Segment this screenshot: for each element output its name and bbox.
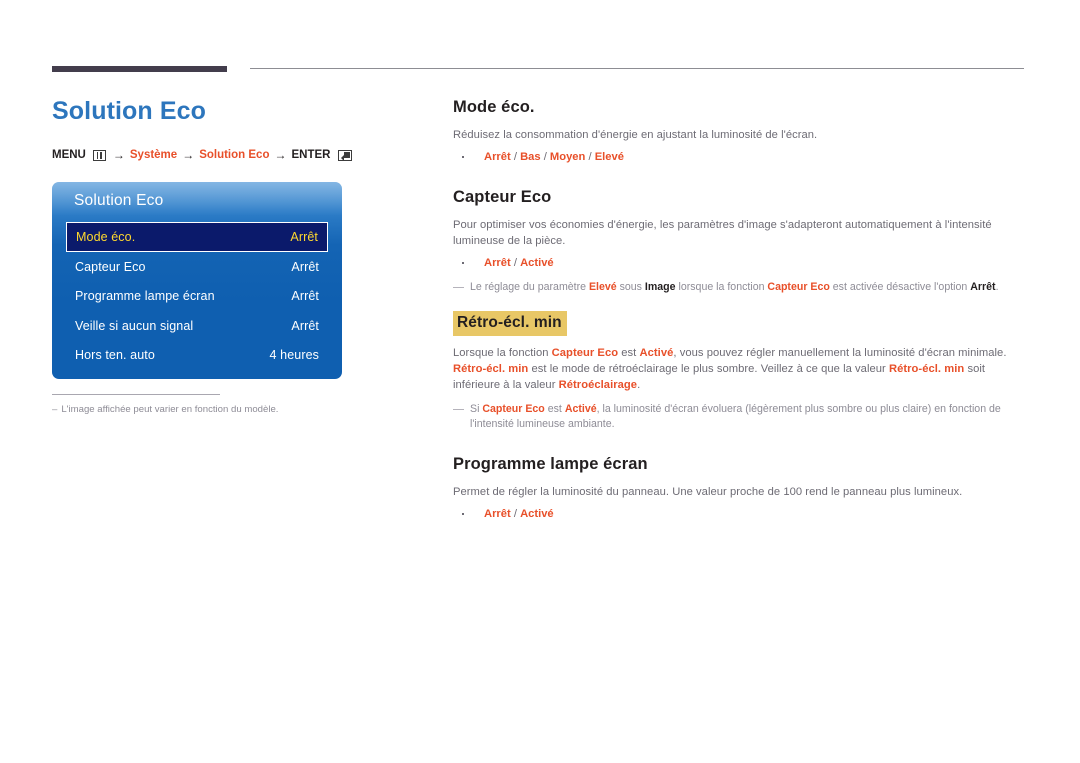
list-item: Arrêt / Activé: [462, 255, 1025, 271]
left-column: Solution Eco MENU → Système → Solution E…: [52, 96, 412, 162]
enter-return-icon: [338, 149, 353, 161]
body-emphasis-retroeclairage: Rétroéclairage: [558, 379, 638, 391]
option-separator: /: [510, 257, 521, 269]
note-emphasis-capteur-eco: Capteur Eco: [482, 403, 545, 415]
section-body-mode-eco: Réduisez la consommation d'énergie en aj…: [453, 129, 818, 141]
note-emphasis-active: Activé: [564, 403, 597, 415]
body-emphasis-retro-ecl-min-2: Rétro-écl. min: [888, 363, 965, 375]
breadcrumb-step-solution-eco[interactable]: Solution Eco: [199, 149, 269, 161]
header-rule-thin: [250, 68, 1024, 69]
footnote-block: – L'image affichée peut varier en fonctio…: [52, 394, 302, 416]
manual-page: Solution Eco MENU → Système → Solution E…: [0, 0, 1080, 763]
note-emphasis-arret: Arrêt: [970, 281, 996, 293]
footnote-text-row: – L'image affichée peut varier en fonctio…: [52, 403, 302, 416]
osd-row-label: Veille si aucun signal: [75, 318, 194, 333]
section-note-retro-ecl-min: Si Capteur Eco est Activé, la luminosité…: [453, 402, 1025, 432]
osd-row-mode-eco[interactable]: Mode éco. Arrêt: [66, 222, 328, 252]
note-text: sous: [616, 281, 645, 293]
breadcrumb-arrow-1: →: [112, 148, 125, 162]
osd-row-programme-lampe-ecran[interactable]: Programme lampe écran Arrêt: [66, 282, 328, 312]
option-arret: Arrêt: [484, 508, 511, 520]
breadcrumb: MENU → Système → Solution Eco → ENTER: [52, 148, 412, 162]
osd-row-veille-si-aucun-signal[interactable]: Veille si aucun signal Arrêt: [66, 311, 328, 341]
section-body-programme-lampe-ecran: Permet de régler la luminosité du pannea…: [453, 486, 963, 498]
note-text: est: [544, 403, 565, 415]
note-text: Si: [470, 403, 483, 415]
header-rule-thick: [52, 66, 227, 72]
section-body-capteur-eco: Pour optimiser vos économies d'énergie, …: [453, 219, 992, 247]
option-eleve: Elevé: [594, 151, 624, 163]
osd-row-value: Arrêt: [291, 289, 319, 304]
options-list-mode-eco: Arrêt / Bas / Moyen / Elevé: [453, 149, 1025, 165]
option-active: Activé: [520, 257, 554, 269]
osd-row-label: Mode éco.: [76, 230, 136, 244]
footnote-text: L'image affichée peut varier en fonction…: [61, 404, 279, 415]
option-arret: Arrêt: [484, 151, 511, 163]
note-text: .: [995, 281, 999, 293]
osd-panel-title: Solution Eco: [74, 192, 164, 209]
page-title: Solution Eco: [52, 97, 206, 125]
body-text: est: [618, 347, 640, 359]
breadcrumb-enter-label: ENTER: [291, 149, 331, 161]
option-active: Activé: [520, 508, 554, 520]
menu-grid-icon: [92, 149, 106, 161]
option-separator: /: [510, 151, 521, 163]
options-list-capteur-eco: Arrêt / Activé: [453, 255, 1025, 271]
osd-row-label: Programme lampe écran: [75, 289, 215, 304]
note-text: Le réglage du paramètre: [470, 281, 589, 293]
osd-row-label: Hors ten. auto: [75, 348, 155, 363]
option-bas: Bas: [520, 151, 541, 163]
osd-row-value: Arrêt: [291, 318, 319, 333]
list-item: Arrêt / Bas / Moyen / Elevé: [462, 149, 1025, 165]
right-column: Mode éco. Réduisez la consommation d'éne…: [453, 96, 1025, 522]
osd-row-value: 4 heures: [269, 348, 319, 363]
breadcrumb-arrow-2: →: [182, 148, 195, 162]
osd-menu-panel: Solution Eco Mode éco. Arrêt Capteur Eco…: [52, 182, 342, 379]
option-moyen: Moyen: [549, 151, 586, 163]
option-arret: Arrêt: [484, 257, 511, 269]
option-separator: /: [585, 151, 595, 163]
section-heading-capteur-eco: Capteur Eco: [453, 188, 552, 206]
option-separator: /: [540, 151, 550, 163]
section-note-capteur-eco: Le réglage du paramètre Elevé sous Image…: [453, 280, 1025, 295]
body-text: est le mode de rétroéclairage le plus so…: [528, 363, 889, 375]
footnote-dash: –: [52, 404, 58, 415]
footnote-divider: [52, 394, 220, 395]
body-emphasis-capteur-eco: Capteur Eco: [551, 347, 619, 359]
note-text: lorsque la fonction: [675, 281, 768, 293]
section-heading-programme-lampe-ecran: Programme lampe écran: [453, 455, 648, 473]
breadcrumb-step-systeme[interactable]: Système: [130, 149, 177, 161]
osd-row-capteur-eco[interactable]: Capteur Eco Arrêt: [66, 252, 328, 282]
section-heading-retro-ecl-min: Rétro-écl. min: [453, 311, 567, 336]
note-emphasis-image: Image: [644, 281, 676, 293]
body-text: .: [637, 379, 641, 391]
section-body-retro-ecl-min: Lorsque la fonction Capteur Eco est Acti…: [453, 345, 1025, 393]
option-separator: /: [510, 508, 521, 520]
options-list-programme-lampe-ecran: Arrêt / Activé: [453, 506, 1025, 522]
body-text: , vous pouvez régler manuellement la lum…: [673, 347, 1007, 359]
note-emphasis-eleve: Elevé: [588, 281, 617, 293]
body-emphasis-active: Activé: [639, 347, 674, 359]
section-heading-mode-eco: Mode éco.: [453, 98, 535, 116]
osd-row-hors-ten-auto[interactable]: Hors ten. auto 4 heures: [66, 341, 328, 371]
body-text: Lorsque la fonction: [453, 347, 552, 359]
osd-row-value: Arrêt: [290, 230, 318, 244]
list-item: Arrêt / Activé: [462, 506, 1025, 522]
breadcrumb-menu-label: MENU: [52, 149, 86, 161]
note-emphasis-capteur-eco: Capteur Eco: [767, 281, 830, 293]
osd-row-label: Capteur Eco: [75, 259, 146, 274]
osd-row-value: Arrêt: [291, 259, 319, 274]
body-emphasis-retro-ecl-min: Rétro-écl. min: [453, 363, 529, 375]
note-text: est activée désactive l'option: [829, 281, 971, 293]
breadcrumb-arrow-3: →: [274, 148, 287, 162]
osd-menu-list: Mode éco. Arrêt Capteur Eco Arrêt Progra…: [66, 222, 328, 370]
